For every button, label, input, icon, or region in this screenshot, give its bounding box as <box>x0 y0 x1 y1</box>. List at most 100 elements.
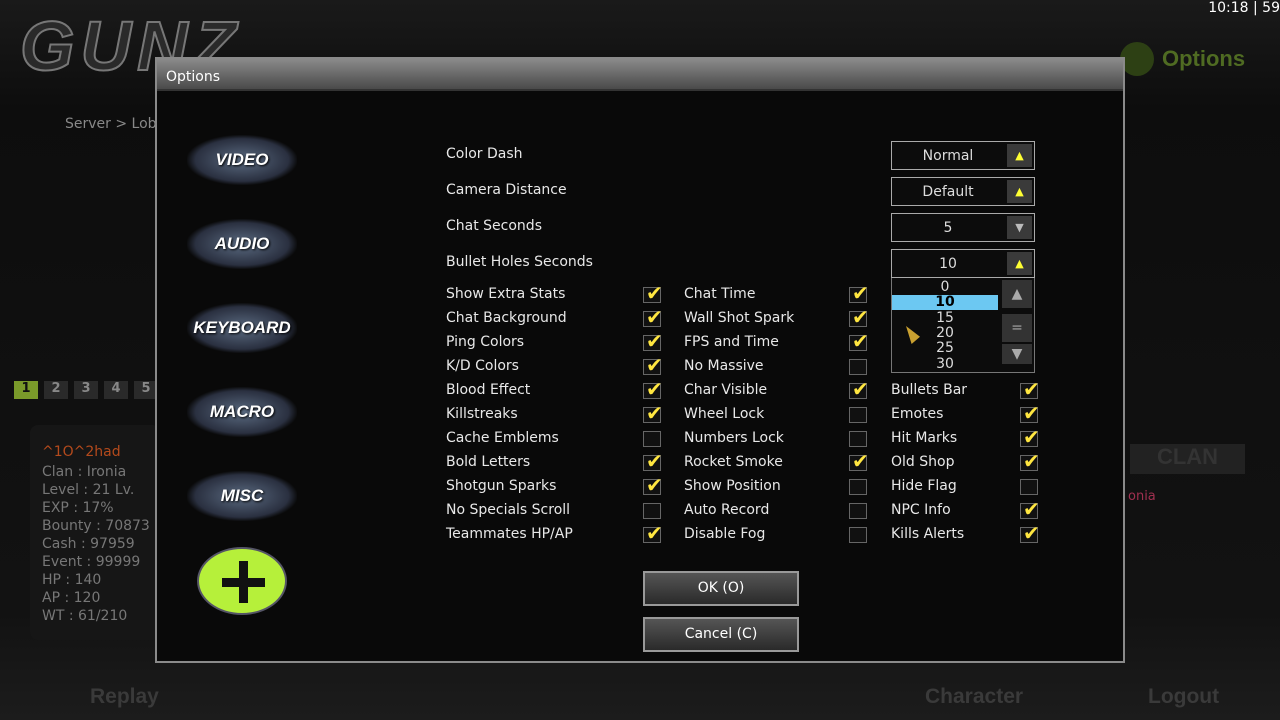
checkbox-show-extra-stats[interactable]: ✔ <box>643 281 663 305</box>
player-stat: HP : 140 <box>42 572 102 588</box>
checkbox-cache-emblems[interactable] <box>643 431 661 447</box>
checkbox-label: No Massive <box>684 358 764 374</box>
options-dialog: Options 0 10 15 20 25 30 ▲ = ▼ Show Extra Stats ✔… <box>155 57 1125 663</box>
checkbox-label: K/D Colors <box>446 358 519 374</box>
checkbox-emotes[interactable]: ✔ <box>1020 401 1040 425</box>
checkbox-kills-alerts[interactable]: ✔ <box>1020 521 1040 545</box>
page-button-3[interactable]: 3 <box>74 381 98 399</box>
checkmark-icon: ✔ <box>646 281 663 305</box>
plus-icon[interactable] <box>197 547 287 615</box>
checkbox-label: NPC Info <box>891 502 951 518</box>
checkmark-icon: ✔ <box>646 377 663 401</box>
list-option[interactable]: 25 <box>892 341 998 356</box>
category-audio[interactable]: AUDIO <box>187 219 297 269</box>
character-button[interactable]: Character <box>925 685 1023 709</box>
checkbox-old-shop[interactable]: ✔ <box>1020 449 1040 473</box>
checkmark-icon: ✔ <box>1023 449 1040 473</box>
checkmark-icon: ✔ <box>1023 521 1040 545</box>
checkbox-wheel-lock[interactable] <box>849 407 867 423</box>
checkbox-rocket-smoke[interactable]: ✔ <box>849 449 869 473</box>
list-option[interactable]: 10 <box>892 295 998 311</box>
checkbox-show-position[interactable] <box>849 479 867 495</box>
checkbox-fps-and-time[interactable]: ✔ <box>849 329 869 353</box>
checkbox-chat-background[interactable]: ✔ <box>643 305 663 329</box>
checkmark-icon: ✔ <box>852 281 869 305</box>
checkbox-numbers-lock[interactable] <box>849 431 867 447</box>
checkbox-label: No Specials Scroll <box>446 502 571 518</box>
dropdown-chat-seconds[interactable]: 5 ▼ <box>891 213 1035 242</box>
category-misc[interactable]: MISC <box>187 471 297 521</box>
list-option[interactable]: 30 <box>892 356 998 372</box>
checkmark-icon: ✔ <box>646 401 663 425</box>
checkbox-label: Emotes <box>891 406 944 422</box>
checkbox-label: Hide Flag <box>891 478 957 494</box>
checkbox-label: Rocket Smoke <box>684 454 783 470</box>
checkbox-blood-effect[interactable]: ✔ <box>643 377 663 401</box>
checkbox-hide-flag[interactable] <box>1020 479 1038 495</box>
player-info-panel: ^1O^2had Clan : Ironia Level : 21 Lv. EXP :… <box>30 425 160 640</box>
ok-button[interactable]: OK (O) <box>643 571 799 606</box>
category-video[interactable]: VIDEO <box>187 135 297 185</box>
checkbox-label: Chat Background <box>446 310 567 326</box>
checkmark-icon: ✔ <box>852 449 869 473</box>
checkbox-k-d-colors[interactable]: ✔ <box>643 353 663 377</box>
checkbox-label: Chat Time <box>684 286 756 302</box>
checkbox-teammates-hp-ap[interactable]: ✔ <box>643 521 663 545</box>
scroll-up-icon[interactable]: ▲ <box>1002 280 1032 308</box>
dropdown-camera-distance[interactable]: Default ▲ <box>891 177 1035 206</box>
checkbox-wall-shot-spark[interactable]: ✔ <box>849 305 869 329</box>
checkbox-chat-time[interactable]: ✔ <box>849 281 869 305</box>
list-option[interactable]: 0 <box>892 280 998 295</box>
category-keyboard[interactable]: KEYBOARD <box>187 303 297 353</box>
checkbox-killstreaks[interactable]: ✔ <box>643 401 663 425</box>
checkbox-auto-record[interactable] <box>849 503 867 519</box>
checkbox-label: FPS and Time <box>684 334 779 350</box>
checkmark-icon: ✔ <box>852 329 869 353</box>
arrow-up-icon[interactable]: ▲ <box>1007 180 1032 203</box>
scroll-thumb[interactable]: = <box>1002 314 1032 342</box>
bullet-holes-dropdown-list[interactable]: 0 10 15 20 25 30 ▲ = ▼ <box>891 277 1035 373</box>
checkbox-hit-marks[interactable]: ✔ <box>1020 425 1040 449</box>
checkbox-bullets-bar[interactable]: ✔ <box>1020 377 1040 401</box>
page-button-2[interactable]: 2 <box>44 381 68 399</box>
player-name: ^1O^2had <box>42 444 121 460</box>
player-stat: AP : 120 <box>42 590 101 606</box>
checkbox-label: Wall Shot Spark <box>684 310 795 326</box>
scroll-down-icon[interactable]: ▼ <box>1002 344 1032 364</box>
category-macro[interactable]: MACRO <box>187 387 297 437</box>
player-stat: Level : 21 Lv. <box>42 482 135 498</box>
list-option[interactable]: 15 <box>892 310 998 326</box>
dropdown-label: Camera Distance <box>446 182 567 198</box>
checkbox-label: Old Shop <box>891 454 955 470</box>
checkbox-label: Disable Fog <box>684 526 766 542</box>
page-button-4[interactable]: 4 <box>104 381 128 399</box>
checkbox-shotgun-sparks[interactable]: ✔ <box>643 473 663 497</box>
checkbox-bold-letters[interactable]: ✔ <box>643 449 663 473</box>
checkbox-no-specials-scroll[interactable] <box>643 503 661 519</box>
arrow-up-icon[interactable]: ▲ <box>1007 144 1032 167</box>
checkmark-icon: ✔ <box>646 353 663 377</box>
replay-button[interactable]: Replay <box>90 685 159 709</box>
options-top-button[interactable]: Options <box>1120 42 1245 76</box>
arrow-up-icon[interactable]: ▲ <box>1007 252 1032 275</box>
checkbox-char-visible[interactable]: ✔ <box>849 377 869 401</box>
dropdown-bullet-holes-seconds[interactable]: 10 ▲ <box>891 249 1035 278</box>
cancel-button[interactable]: Cancel (C) <box>643 617 799 652</box>
checkmark-icon: ✔ <box>1023 401 1040 425</box>
checkbox-label: Ping Colors <box>446 334 525 350</box>
checkbox-label: Show Extra Stats <box>446 286 566 302</box>
checkbox-label: Bullets Bar <box>891 382 968 398</box>
checkbox-ping-colors[interactable]: ✔ <box>643 329 663 353</box>
checkbox-npc-info[interactable]: ✔ <box>1020 497 1040 521</box>
dropdown-color-dash[interactable]: Normal ▲ <box>891 141 1035 170</box>
player-stat: Clan : Ironia <box>42 464 127 480</box>
checkmark-icon: ✔ <box>852 377 869 401</box>
page-button-1[interactable]: 1 <box>14 381 38 399</box>
checkbox-label: Teammates HP/AP <box>446 526 573 542</box>
arrow-down-icon[interactable]: ▼ <box>1007 216 1032 239</box>
logout-button[interactable]: Logout <box>1148 685 1219 709</box>
clan-tab[interactable]: CLAN <box>1130 444 1245 474</box>
dropdown-value: 5 <box>943 220 953 236</box>
checkbox-disable-fog[interactable] <box>849 527 867 543</box>
checkbox-no-massive[interactable] <box>849 359 867 375</box>
